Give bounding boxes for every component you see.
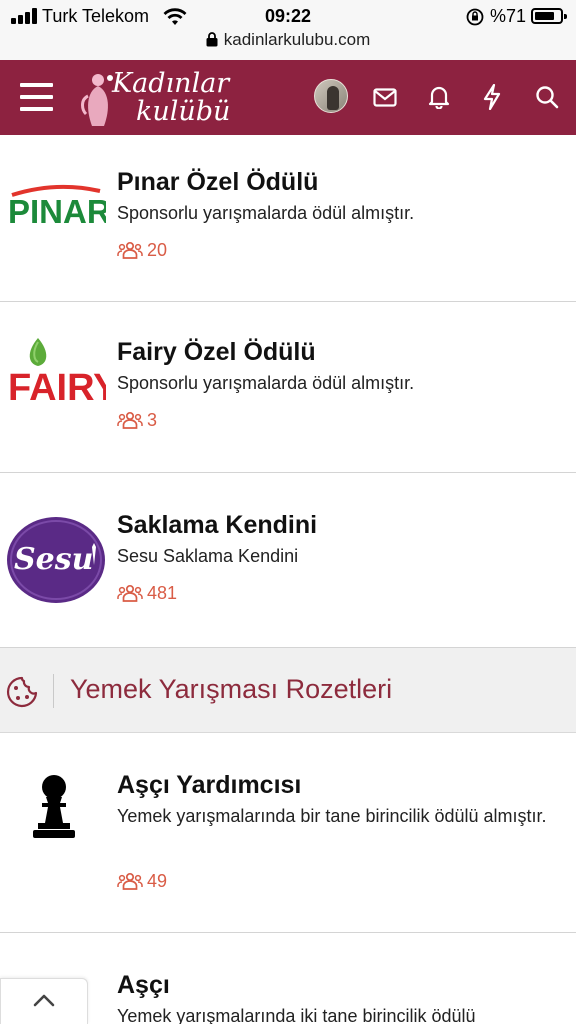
badge-count[interactable]: 481 bbox=[117, 582, 177, 604]
fairy-logo: FAIRY bbox=[8, 338, 106, 409]
badge-description: Yemek yarışmalarında bir tane birincilik… bbox=[117, 806, 547, 826]
badge-description: Sesu Saklama Kendini bbox=[117, 546, 299, 566]
lightning-icon[interactable] bbox=[482, 84, 502, 110]
sesu-logo: Sesu bbox=[7, 517, 105, 603]
users-icon bbox=[117, 872, 143, 890]
avatar[interactable] bbox=[314, 79, 348, 113]
section-title: Yemek Yarışması Rozetleri bbox=[70, 674, 393, 704]
pinar-logo: PINAR bbox=[8, 184, 106, 230]
badge-description: Sponsorlu yarışmalarda ödül almıştır. bbox=[117, 373, 415, 393]
badge-title: Pınar Özel Ödülü bbox=[117, 168, 319, 196]
chevron-up-icon bbox=[33, 994, 55, 1007]
users-icon bbox=[117, 241, 143, 259]
fairy-logo-text: FAIRY bbox=[8, 367, 106, 409]
url-bar[interactable]: kadinlarkulubu.com bbox=[0, 30, 576, 54]
orientation-lock-icon bbox=[466, 8, 484, 26]
lock-icon bbox=[206, 32, 218, 47]
app-header: Kadınlar kulübü bbox=[0, 60, 576, 135]
menu-icon[interactable] bbox=[20, 83, 53, 111]
badge-count[interactable]: 3 bbox=[117, 409, 157, 431]
search-icon[interactable] bbox=[535, 85, 559, 109]
site-logo[interactable]: Kadınlar kulübü bbox=[80, 66, 230, 130]
divider bbox=[53, 674, 54, 708]
badge-count[interactable]: 49 bbox=[117, 870, 167, 892]
users-icon bbox=[117, 584, 143, 602]
badge-description: Sponsorlu yarışmalarda ödül almıştır. bbox=[117, 203, 415, 223]
badge-title: Saklama Kendini bbox=[117, 511, 318, 539]
battery-percent: %71 bbox=[490, 6, 527, 26]
logo-text-line1: Kadınlar bbox=[112, 68, 230, 99]
chess-pawn-icon bbox=[33, 775, 75, 838]
section-header: Yemek Yarışması Rozetleri bbox=[0, 648, 576, 733]
list-item[interactable]: PINAR Pınar Özel Ödülü Sponsorlu yarışma… bbox=[0, 135, 576, 302]
badge-title: Aşçı Yardımcısı bbox=[117, 771, 302, 799]
list-item[interactable]: FAIRY Fairy Özel Ödülü Sponsorlu yarışma… bbox=[0, 302, 576, 473]
mail-icon[interactable] bbox=[373, 88, 397, 107]
bell-icon[interactable] bbox=[428, 85, 450, 109]
status-bar: Turk Telekom 09:22 %71 kadinlarkulubu.co… bbox=[0, 0, 576, 60]
badge-description: Yemek yarışmalarında iki tane birincilik… bbox=[117, 1006, 476, 1024]
badge-title: Aşçı bbox=[117, 971, 170, 999]
badge-count[interactable]: 20 bbox=[117, 239, 167, 261]
scroll-to-top-button[interactable] bbox=[0, 978, 88, 1024]
pinar-logo-text: PINAR bbox=[8, 193, 106, 230]
list-item[interactable]: Sesu Saklama Kendini Sesu Saklama Kendin… bbox=[0, 473, 576, 648]
users-icon bbox=[117, 411, 143, 429]
logo-text-line2: kulübü bbox=[136, 96, 231, 127]
sesu-logo-text: Sesu bbox=[14, 542, 93, 577]
url-text: kadinlarkulubu.com bbox=[223, 30, 371, 49]
cookie-icon bbox=[6, 676, 38, 708]
battery-icon bbox=[531, 8, 567, 24]
badge-title: Fairy Özel Ödülü bbox=[117, 338, 316, 366]
list-item[interactable]: Aşçı Yardımcısı Yemek yarışmalarında bir… bbox=[0, 733, 576, 933]
